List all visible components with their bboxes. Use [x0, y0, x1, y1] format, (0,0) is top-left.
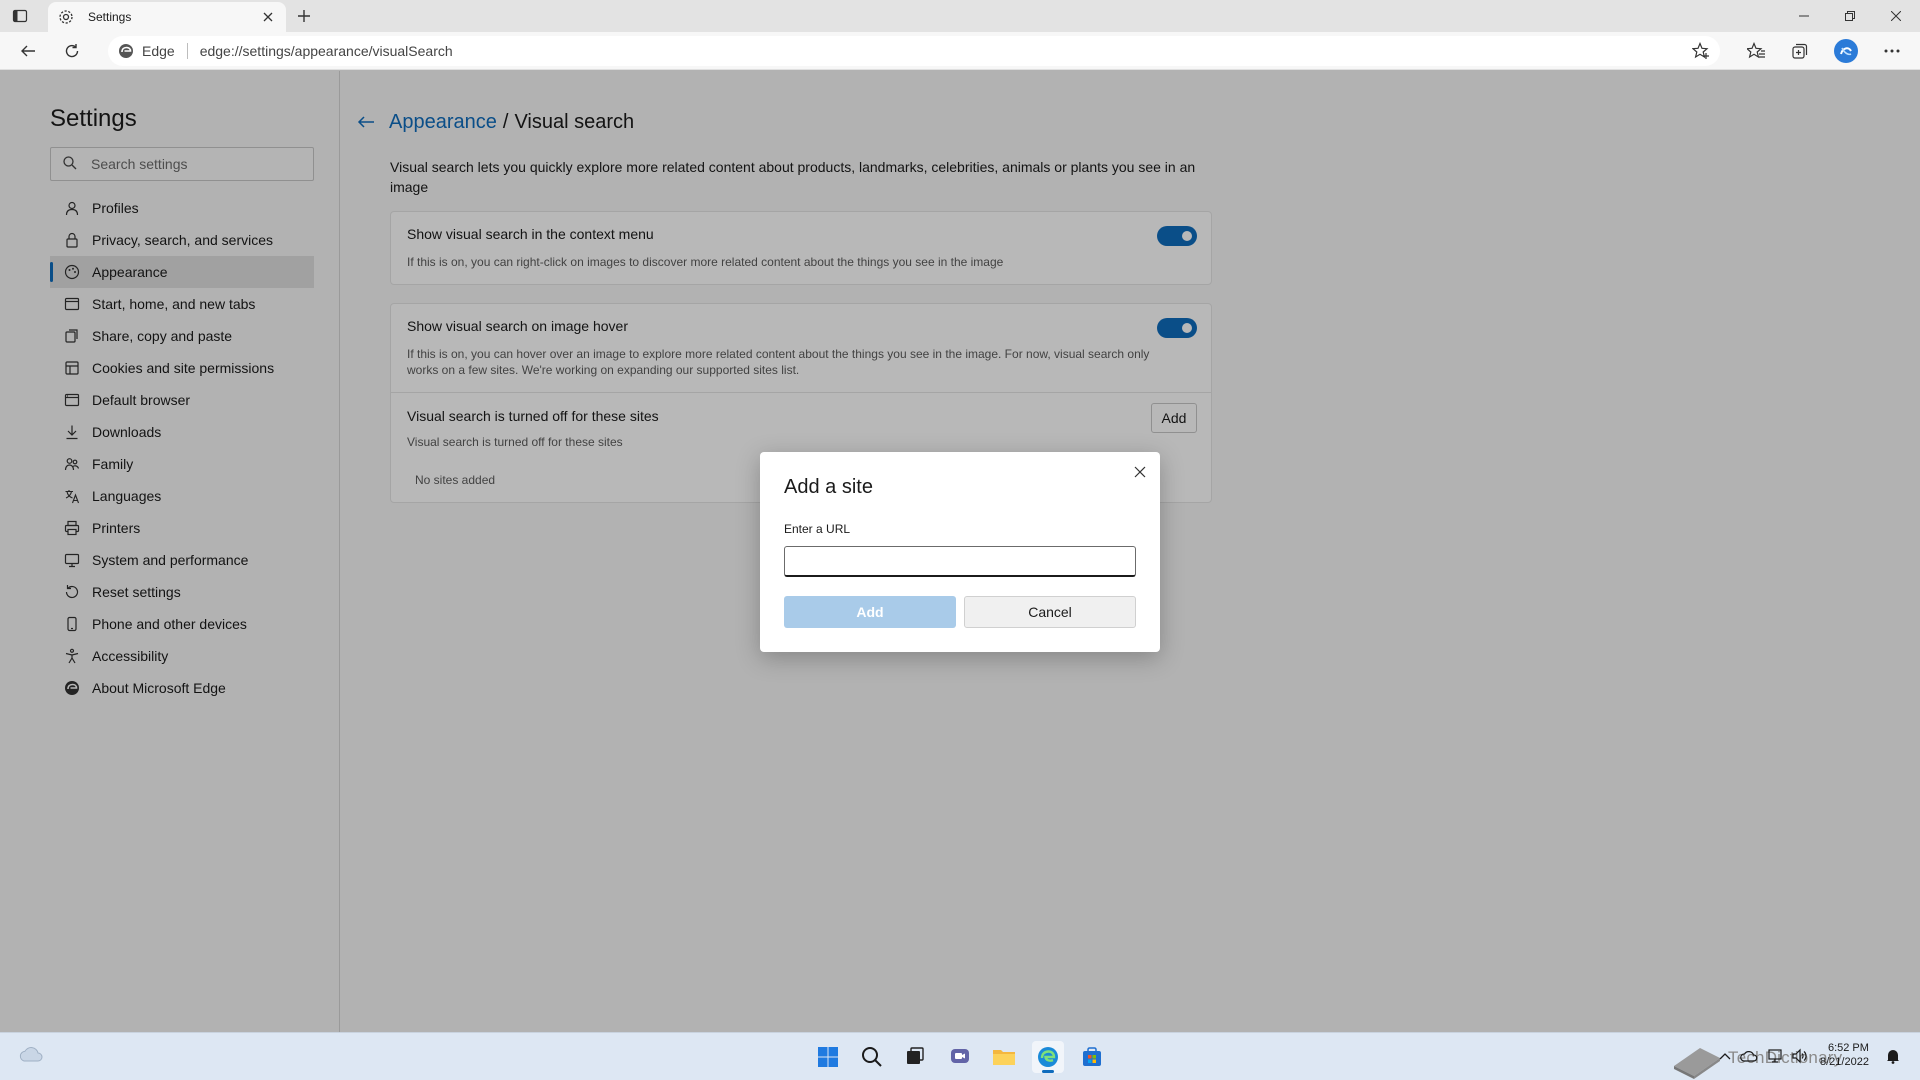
onedrive-icon[interactable]: [1740, 1047, 1758, 1065]
tab-actions-icon[interactable]: [10, 6, 30, 26]
clock-date: 8/21/2022: [1820, 1056, 1869, 1068]
minimize-icon[interactable]: [1781, 0, 1827, 32]
dialog-add-button[interactable]: Add: [784, 596, 956, 628]
refresh-icon[interactable]: [60, 39, 84, 63]
tab-title: Settings: [88, 10, 132, 24]
new-tab-icon[interactable]: [294, 6, 314, 26]
close-tab-icon[interactable]: [260, 9, 276, 25]
site-chip: Edge: [142, 43, 175, 59]
store-icon[interactable]: [1076, 1041, 1108, 1073]
file-explorer-icon[interactable]: [988, 1041, 1020, 1073]
url-field-label: Enter a URL: [784, 522, 851, 536]
back-icon[interactable]: [16, 39, 40, 63]
weather-icon[interactable]: [18, 1045, 44, 1065]
address-separator: [186, 43, 188, 59]
close-icon[interactable]: [1130, 462, 1150, 482]
profile-avatar-icon[interactable]: [1834, 39, 1858, 63]
favorites-icon[interactable]: [1744, 39, 1768, 63]
system-clock[interactable]: 6:52 PM 8/21/2022: [1820, 1041, 1869, 1069]
network-icon[interactable]: [1766, 1047, 1784, 1065]
start-button-icon[interactable]: [812, 1041, 844, 1073]
edge-taskbar-icon[interactable]: [1032, 1041, 1064, 1073]
url-text[interactable]: edge://settings/appearance/visualSearch: [200, 43, 453, 59]
taskbar: TechDictionary 6:52 PM 8/21/2022: [0, 1032, 1920, 1080]
collections-icon[interactable]: [1788, 39, 1812, 63]
show-hidden-icons-icon[interactable]: [1716, 1047, 1734, 1065]
more-options-icon[interactable]: [1880, 39, 1904, 63]
dialog-title: Add a site: [784, 476, 873, 498]
taskbar-search-icon[interactable]: [856, 1041, 888, 1073]
notification-icon[interactable]: [1884, 1047, 1902, 1065]
add-site-dialog: Add a site Enter a URL Add Cancel: [760, 452, 1160, 652]
url-input[interactable]: [784, 546, 1136, 577]
volume-icon[interactable]: [1790, 1047, 1808, 1065]
clock-time: 6:52 PM: [1827, 1042, 1869, 1054]
address-bar[interactable]: Edge edge://settings/appearance/visualSe…: [108, 36, 1720, 66]
chat-icon[interactable]: [944, 1041, 976, 1073]
add-favorite-icon[interactable]: [1692, 42, 1710, 60]
gear-icon: [58, 9, 74, 25]
dialog-cancel-button[interactable]: Cancel: [964, 596, 1136, 628]
restore-icon[interactable]: [1827, 0, 1873, 32]
tab-bar: Settings: [0, 0, 1920, 32]
task-view-icon[interactable]: [899, 1041, 931, 1073]
browser-toolbar: Edge edge://settings/appearance/visualSe…: [0, 32, 1920, 70]
close-window-icon[interactable]: [1873, 0, 1919, 32]
tab-settings[interactable]: Settings: [48, 2, 286, 32]
edge-logo-icon: [118, 43, 134, 59]
